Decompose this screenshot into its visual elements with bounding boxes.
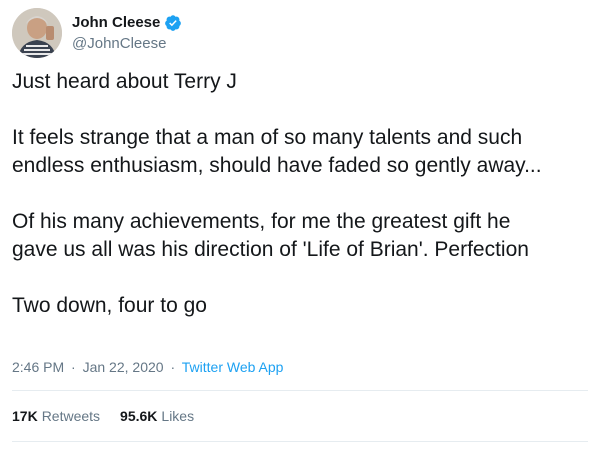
- tweet-stats: 17K Retweets 95.6K Likes: [12, 406, 214, 426]
- separator: ·: [71, 359, 76, 375]
- tweet-source-link[interactable]: Twitter Web App: [182, 359, 284, 375]
- tweet-line: Just heard about Terry J: [12, 70, 237, 93]
- author-name[interactable]: John Cleese: [72, 13, 160, 33]
- avatar[interactable]: [12, 8, 62, 58]
- tweet-text: Just heard about Terry J It feels strang…: [12, 68, 602, 320]
- author-handle[interactable]: @JohnCleese: [72, 34, 182, 54]
- tweet-date[interactable]: Jan 22, 2020: [83, 359, 164, 375]
- tweet-line: Of his many achievements, for me the gre…: [12, 210, 511, 233]
- divider: [12, 390, 588, 391]
- tweet-card: John Cleese @JohnCleese Just heard about…: [0, 0, 610, 449]
- verified-badge-icon: [164, 14, 182, 32]
- likes-stat[interactable]: 95.6K Likes: [120, 406, 194, 426]
- tweet-paragraph: Of his many achievements, for me the gre…: [12, 208, 602, 264]
- tweet-line: It feels strange that a man of so many t…: [12, 126, 523, 149]
- retweets-label: Retweets: [41, 408, 101, 424]
- tweet-paragraph: It feels strange that a man of so many t…: [12, 124, 602, 180]
- tweet-meta: 2:46 PM · Jan 22, 2020 · Twitter Web App: [12, 357, 283, 377]
- divider: [12, 441, 588, 442]
- retweets-count: 17K: [12, 408, 38, 424]
- tweet-line: Two down, four to go: [12, 294, 207, 317]
- avatar-image: [12, 8, 62, 58]
- likes-label: Likes: [161, 408, 195, 424]
- likes-count: 95.6K: [120, 408, 158, 424]
- tweet-time[interactable]: 2:46 PM: [12, 359, 64, 375]
- author-block: John Cleese @JohnCleese: [72, 13, 182, 54]
- tweet-line: gave us all was his direction of 'Life o…: [12, 238, 529, 261]
- tweet-line: endless enthusiasm, should have faded so…: [12, 154, 542, 177]
- retweets-stat[interactable]: 17K Retweets: [12, 406, 100, 426]
- separator: ·: [170, 359, 176, 375]
